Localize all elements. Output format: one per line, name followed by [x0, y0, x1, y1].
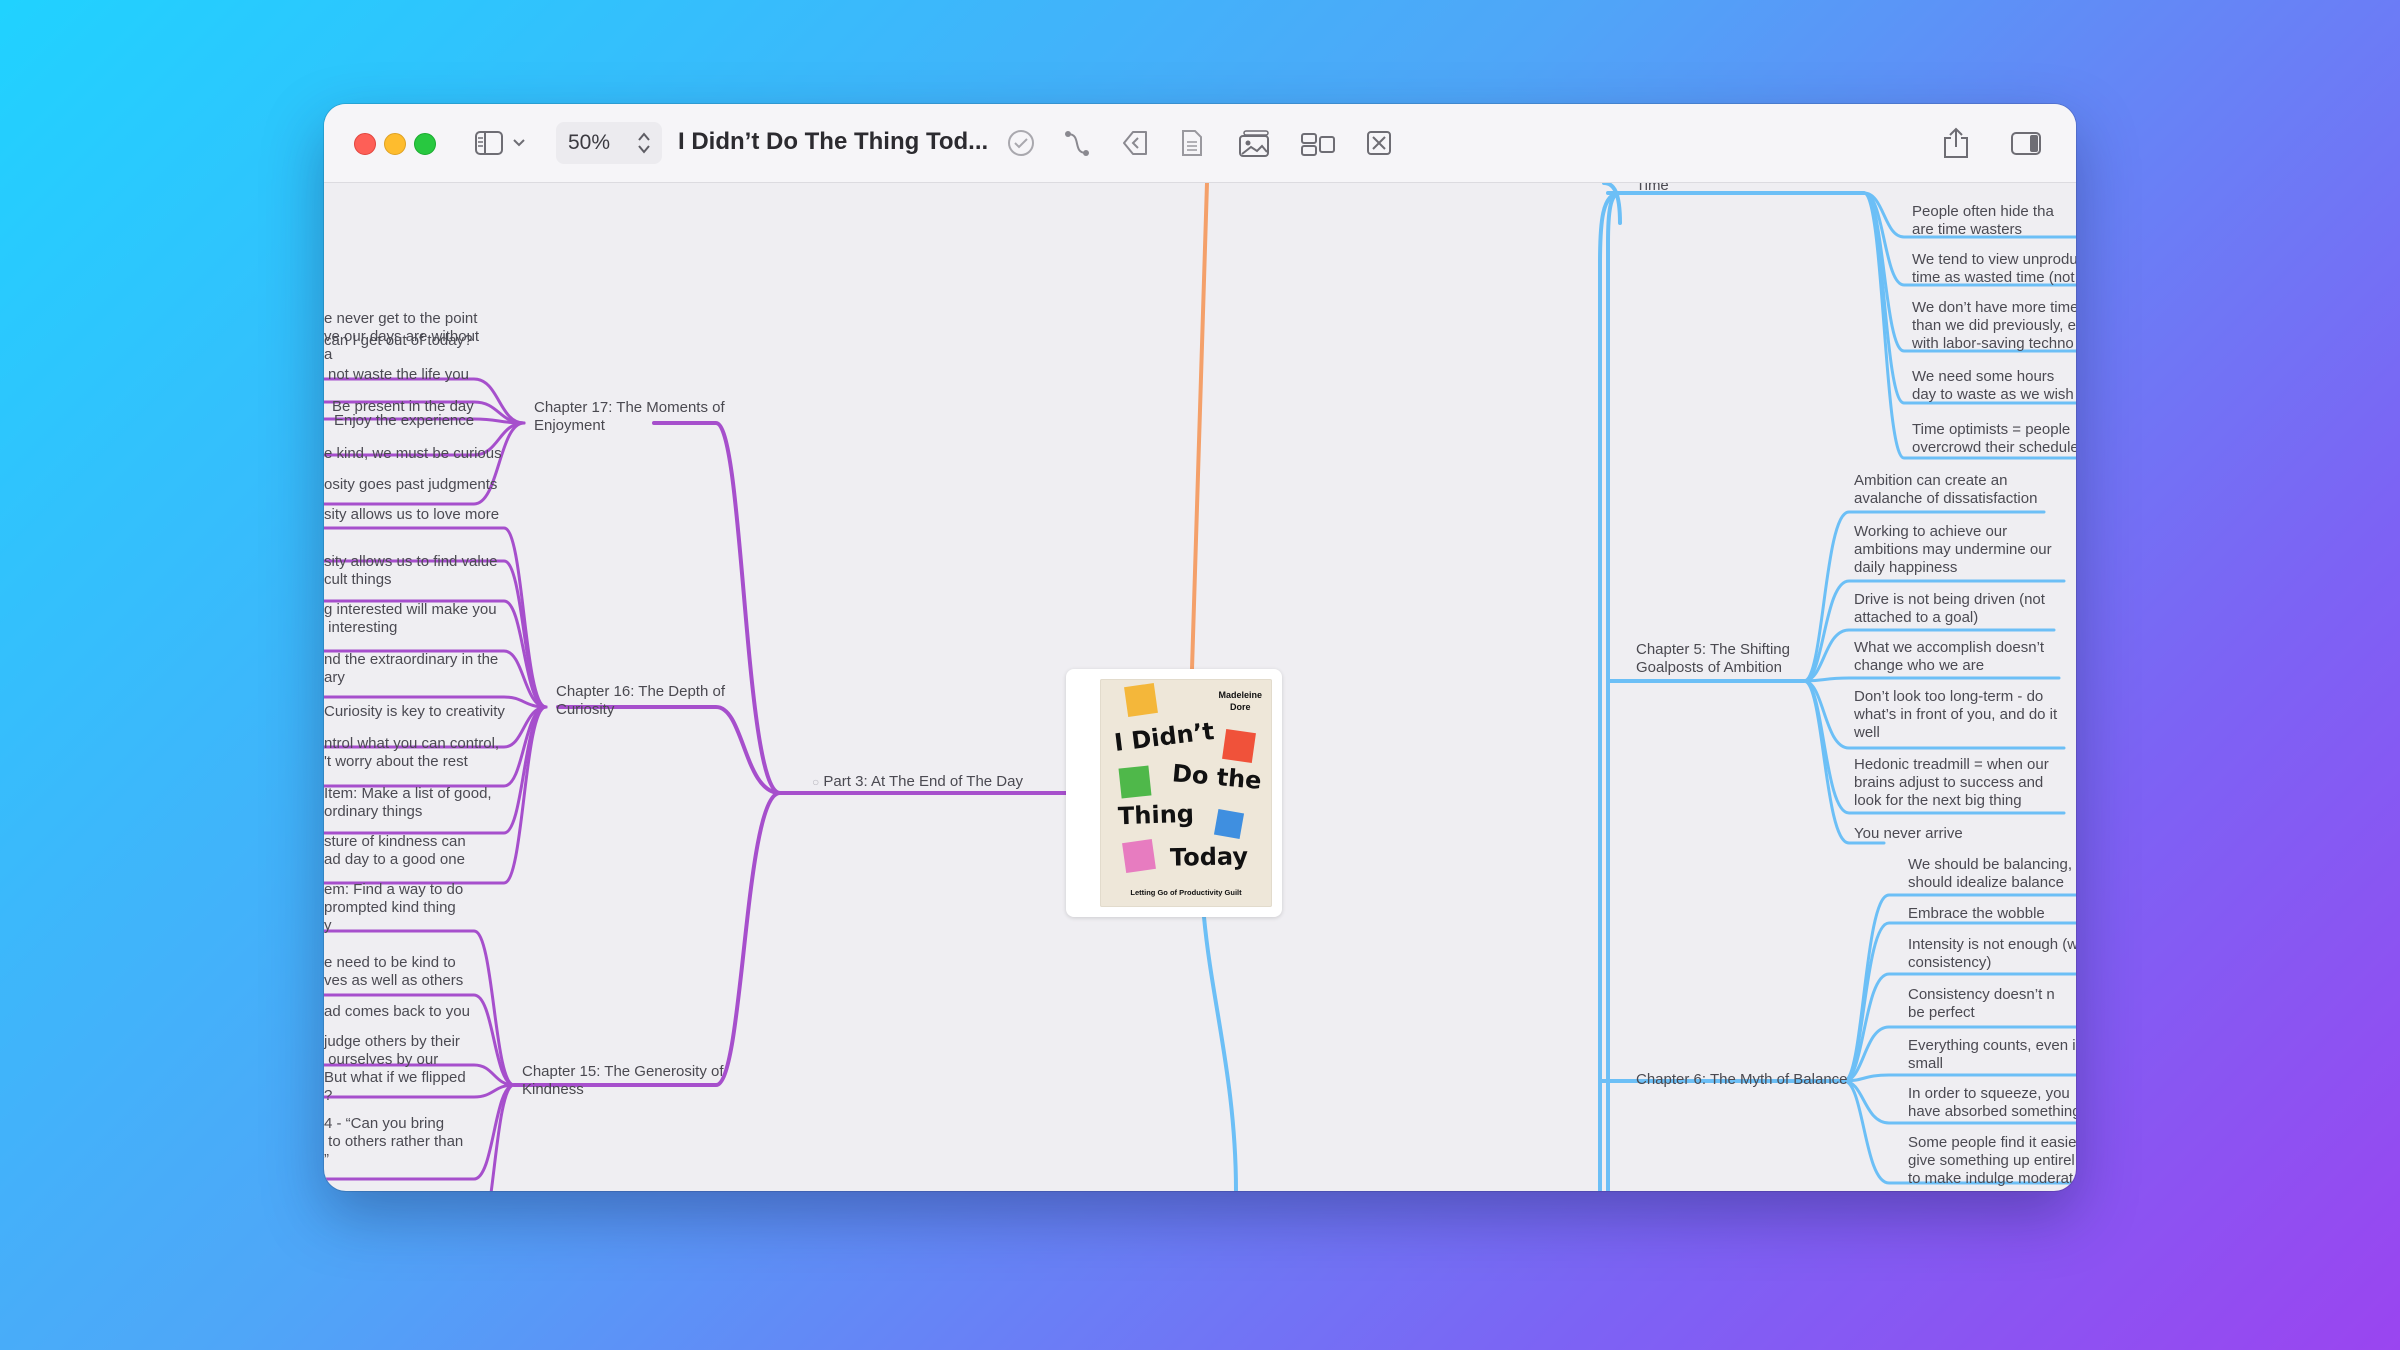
chapter-5-node[interactable]: Chapter 5: The Shifting Goalposts of Amb… — [1636, 641, 1790, 677]
list-item[interactable]: Drive is not being driven (not attached … — [1854, 591, 2045, 627]
list-item[interactable]: nd the extraordinary in the ary — [324, 651, 498, 687]
close-window-button[interactable] — [354, 133, 376, 155]
zoom-value: 50% — [568, 131, 611, 154]
sticky-note-blue — [1213, 808, 1245, 840]
list-item[interactable]: Hedonic treadmill = when our brains adju… — [1854, 756, 2049, 810]
sticky-note-pink — [1122, 839, 1156, 873]
list-item[interactable]: Working to achieve our ambitions may und… — [1854, 523, 2052, 577]
list-item[interactable]: em: Find a way to do prompted kind thing… — [324, 881, 463, 935]
list-item[interactable]: Time optimists = people overcrowd their … — [1912, 421, 2076, 457]
part-node-label: Part 3: At The End of The Day — [823, 773, 1023, 790]
checkmark-icon — [1008, 130, 1034, 156]
sticky-note-yellow — [1124, 683, 1158, 717]
list-item[interactable]: sity allows us to find value cult things — [324, 553, 497, 589]
sidebar-icon — [475, 131, 525, 155]
list-item[interactable]: What we accomplish doesn’t change who we… — [1854, 639, 2044, 675]
list-item[interactable]: Embrace the wobble — [1908, 905, 2045, 923]
list-item[interactable]: We tend to view unprodu time as wasted t… — [1912, 251, 2076, 287]
relationship-button[interactable] — [1060, 126, 1094, 160]
cover-author: Madeleine Dore — [1218, 690, 1262, 712]
app-window: 50% I Didn’t Do The Thing Tod... Madelei… — [324, 104, 2076, 1191]
list-item[interactable]: We need some hours day to waste as we wi… — [1912, 368, 2074, 404]
chapter-6-node[interactable]: Chapter 6: The Myth of Balance — [1636, 1071, 1848, 1089]
list-item[interactable]: In order to squeeze, you have absorbed s… — [1908, 1085, 2076, 1121]
note-button[interactable] — [1174, 126, 1208, 160]
zoom-window-button[interactable] — [414, 133, 436, 155]
chevron-down-icon — [513, 139, 525, 147]
chapter-4-node[interactable]: Time — [1636, 183, 1669, 195]
cover-title-line-2: Do the — [1170, 759, 1263, 795]
list-item[interactable]: Everything counts, even i small — [1908, 1037, 2076, 1073]
inspector-toggle-button[interactable] — [2008, 126, 2044, 160]
list-item[interactable]: Don’t look too long-term - do what’s in … — [1854, 688, 2057, 742]
chapter-15-node[interactable]: Chapter 15: The Generosity of Kindness — [522, 1063, 724, 1099]
list-item[interactable]: We should be balancing, should idealize … — [1908, 856, 2072, 892]
list-item[interactable]: Ambition can create an avalanche of diss… — [1854, 472, 2037, 508]
list-item[interactable]: ntrol what you can control, 't worry abo… — [324, 735, 499, 771]
mindmap-canvas[interactable]: Madeleine Dore I Didn’t Do the Thing Tod… — [324, 183, 2076, 1191]
root-node[interactable]: Madeleine Dore I Didn’t Do the Thing Tod… — [1066, 669, 1282, 917]
list-item[interactable]: e need to be kind to ves as well as othe… — [324, 954, 463, 990]
list-item[interactable]: Item: Make a list of good, ordinary thin… — [324, 785, 492, 821]
part-node[interactable]: ○ Part 3: At The End of The Day — [812, 773, 1023, 791]
list-item[interactable]: People often hide tha are time wasters — [1912, 203, 2054, 239]
list-item[interactable]: sity allows us to love more — [324, 506, 499, 524]
back-link-icon — [1123, 131, 1147, 155]
list-item[interactable]: Consistency doesn’t n be perfect — [1908, 986, 2055, 1022]
document-icon — [1182, 130, 1202, 156]
stepper-icon[interactable] — [636, 130, 652, 156]
fit-button[interactable] — [1362, 126, 1396, 160]
zoom-control[interactable]: 50% — [556, 122, 662, 164]
back-link-button[interactable] — [1116, 126, 1150, 160]
list-item[interactable]: can I get out of today? — [324, 332, 472, 350]
cover-title-line-4: Today — [1169, 842, 1249, 872]
sticky-note-green — [1118, 765, 1152, 799]
chapter-17-node[interactable]: Chapter 17: The Moments of Enjoyment — [534, 399, 725, 435]
layout-button[interactable] — [1298, 126, 1338, 160]
connection-icon — [1065, 131, 1089, 156]
list-item[interactable]: e kind, we must be curious — [324, 445, 502, 463]
sticky-note-red — [1222, 729, 1256, 763]
list-item[interactable]: 4 - “Can you bring to others rather than… — [324, 1115, 463, 1169]
chapter-16-node[interactable]: Chapter 16: The Depth of Curiosity — [556, 683, 725, 719]
list-item[interactable]: Enjoy the experience — [334, 412, 474, 430]
layout-icon — [1301, 133, 1335, 156]
book-cover-image: Madeleine Dore I Didn’t Do the Thing Tod… — [1100, 679, 1272, 907]
list-item[interactable]: not waste the life you — [328, 366, 469, 384]
photo-icon — [1239, 130, 1269, 157]
share-icon — [1944, 127, 1968, 158]
image-button[interactable] — [1234, 126, 1274, 160]
cover-title-line-1: I Didn’t — [1112, 716, 1216, 758]
titlebar: 50% I Didn’t Do The Thing Tod... — [324, 104, 2076, 183]
list-item[interactable]: You never arrive — [1854, 825, 1963, 843]
list-item[interactable]: We don’t have more time than we did prev… — [1912, 299, 2076, 353]
checkmark-button[interactable] — [1004, 126, 1038, 160]
list-item[interactable]: Intensity is not enough (w consistency) — [1908, 936, 2076, 972]
minimize-window-button[interactable] — [384, 133, 406, 155]
document-title: I Didn’t Do The Thing Tod... — [678, 128, 988, 155]
share-button[interactable] — [1938, 126, 1974, 160]
list-item[interactable]: Some people find it easie give something… — [1908, 1134, 2076, 1188]
list-item[interactable]: g interested will make you interesting — [324, 601, 497, 637]
list-item[interactable]: judge others by their ourselves by our B… — [324, 1033, 466, 1105]
fit-icon — [1367, 131, 1391, 155]
cover-title-line-3: Thing — [1117, 799, 1195, 831]
list-item[interactable]: Curiosity is key to creativity — [324, 703, 505, 721]
list-item[interactable]: ad comes back to you — [324, 1003, 470, 1021]
cover-subtitle: Letting Go of Productivity Guilt — [1130, 888, 1242, 897]
sidebar-toggle-button[interactable] — [474, 126, 530, 160]
list-item[interactable]: sture of kindness can ad day to a good o… — [324, 833, 466, 869]
inspector-icon — [2011, 132, 2041, 155]
list-item[interactable]: osity goes past judgments — [324, 476, 497, 494]
